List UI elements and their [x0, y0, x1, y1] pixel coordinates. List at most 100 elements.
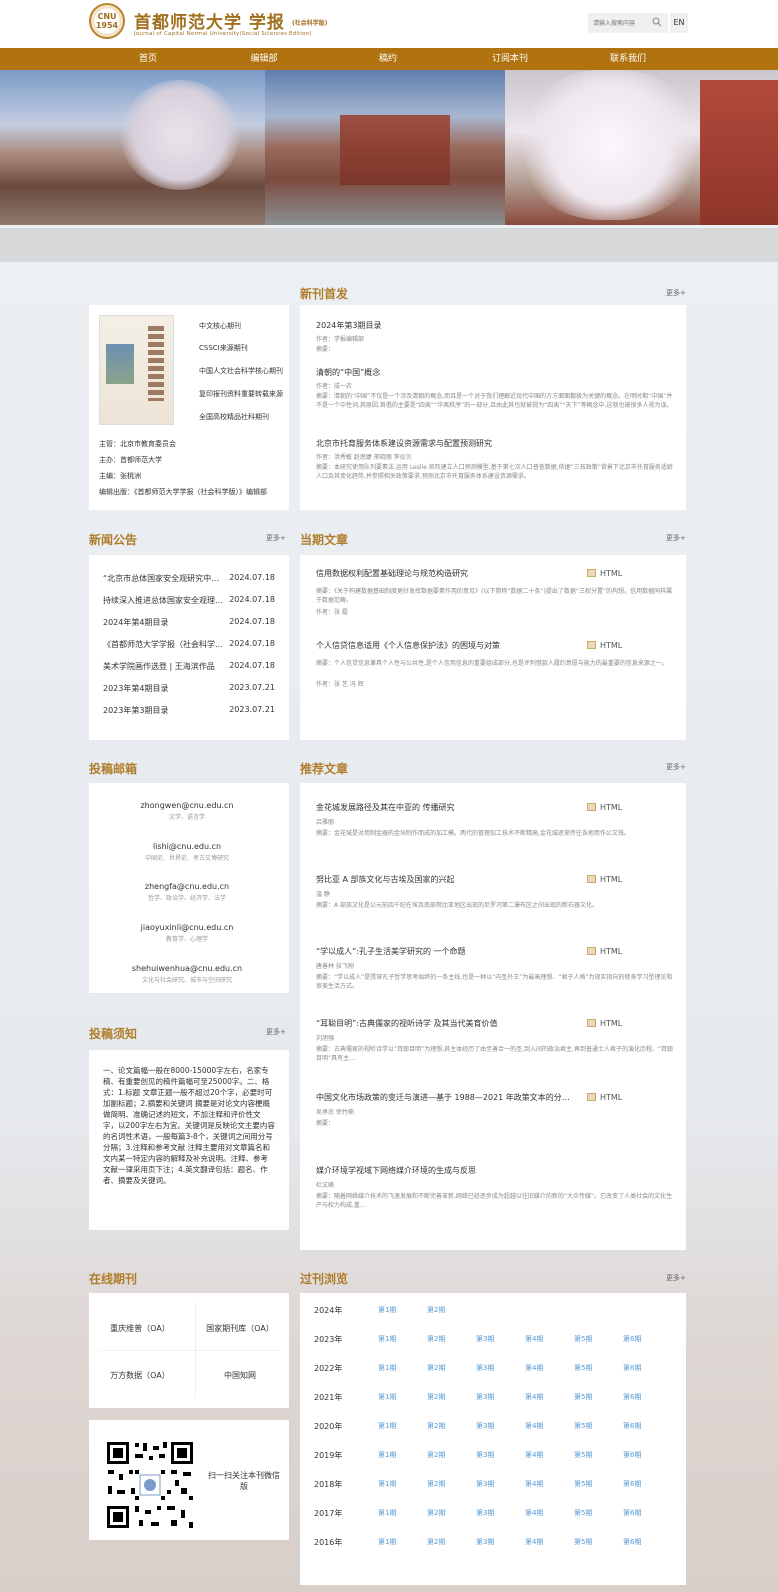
recommend-article-title[interactable]: 金花城发展路径及其在中亚的 传播研究	[316, 802, 455, 813]
news-item[interactable]: 2023年第3期目录 2023.07.21	[103, 705, 275, 717]
archive-issue-link[interactable]: 第5期	[574, 1392, 592, 1402]
news-item[interactable]: 2023年第4期目录 2023.07.21	[103, 683, 275, 695]
archive-issue-link[interactable]: 第1期	[378, 1334, 396, 1344]
html-fulltext-link[interactable]: HTML	[587, 1093, 622, 1102]
archive-issue-link[interactable]: 第4期	[525, 1421, 543, 1431]
notice-more-link[interactable]: 更多+	[266, 1027, 286, 1037]
html-fulltext-link[interactable]: HTML	[587, 569, 622, 578]
news-item[interactable]: 持续深入推进总体国家安全观理… 2024.07.18	[103, 595, 275, 607]
journal-title-cn[interactable]: 首都师范大学 学报	[134, 8, 285, 33]
nav-home[interactable]: 首页	[108, 48, 188, 70]
archive-issue-link[interactable]: 第6期	[623, 1508, 641, 1518]
archive-issue-link[interactable]: 第1期	[378, 1450, 396, 1460]
archive-issue-link[interactable]: 第6期	[623, 1363, 641, 1373]
archive-issue-link[interactable]: 第4期	[525, 1479, 543, 1489]
new-release-more-link[interactable]: 更多+	[666, 288, 686, 298]
news-item[interactable]: 美术学院画作选登 | 王海滨作品 2024.07.18	[103, 661, 275, 673]
archive-issue-link[interactable]: 第2期	[427, 1508, 445, 1518]
archive-issue-link[interactable]: 第5期	[574, 1363, 592, 1373]
archive-issue-link[interactable]: 第6期	[623, 1334, 641, 1344]
archive-issue-link[interactable]: 第3期	[476, 1363, 494, 1373]
archive-issue-link[interactable]: 第3期	[476, 1421, 494, 1431]
archive-issue-link[interactable]: 第5期	[574, 1334, 592, 1344]
journal-cover-image[interactable]	[99, 315, 174, 425]
archive-issue-link[interactable]: 第2期	[427, 1450, 445, 1460]
html-fulltext-link[interactable]: HTML	[587, 1019, 622, 1028]
archive-issue-link[interactable]: 第4期	[525, 1450, 543, 1460]
archive-issue-link[interactable]: 第6期	[623, 1479, 641, 1489]
news-more-link[interactable]: 更多+	[266, 533, 286, 543]
archive-issue-link[interactable]: 第4期	[525, 1392, 543, 1402]
archive-issue-link[interactable]: 第2期	[427, 1479, 445, 1489]
archive-issue-link[interactable]: 第1期	[378, 1363, 396, 1373]
new-release-article-title[interactable]: 清朝的“中国”概念	[316, 367, 380, 378]
recommend-article-title[interactable]: 中国文化市场政策的变迁与演进—基于 1988—2021 年政策文本的分…	[316, 1092, 570, 1103]
news-item[interactable]: 《首都师范大学学报（社会科学… 2024.07.18	[103, 639, 275, 651]
nav-subscribe[interactable]: 订阅本刊	[470, 48, 550, 70]
archive-issue-link[interactable]: 第5期	[574, 1479, 592, 1489]
html-fulltext-link[interactable]: HTML	[587, 803, 622, 812]
mailbox-email[interactable]: shehuiwenhua@cnu.edu.cn	[89, 964, 285, 973]
new-release-article-title[interactable]: 北京市托育服务体系建设资源需求与配置预测研究	[316, 438, 492, 449]
html-fulltext-link[interactable]: HTML	[587, 641, 622, 650]
archive-issue-link[interactable]: 第3期	[476, 1392, 494, 1402]
nav-editorial[interactable]: 编辑部	[224, 48, 304, 70]
nav-contact[interactable]: 联系我们	[588, 48, 668, 70]
mailbox-email[interactable]: jiaoyuxinli@cnu.edu.cn	[89, 923, 285, 932]
archive-issue-link[interactable]: 第1期	[378, 1537, 396, 1547]
archive-issue-link[interactable]: 第6期	[623, 1450, 641, 1460]
archive-issue-link[interactable]: 第4期	[525, 1537, 543, 1547]
mailbox-email[interactable]: zhengfa@cnu.edu.cn	[89, 882, 285, 891]
archive-issue-link[interactable]: 第2期	[427, 1537, 445, 1547]
archive-issue-link[interactable]: 第1期	[378, 1508, 396, 1518]
archive-issue-link[interactable]: 第1期	[378, 1305, 396, 1315]
archive-issue-link[interactable]: 第5期	[574, 1450, 592, 1460]
mailbox-email[interactable]: zhongwen@cnu.edu.cn	[89, 801, 285, 810]
current-more-link[interactable]: 更多+	[666, 533, 686, 543]
online-link-wanfang[interactable]: 万方数据（OA）	[95, 1370, 185, 1381]
recommend-article-title[interactable]: “学以成人”:孔子生活美学研究的 一个命题	[316, 946, 466, 957]
archive-issue-link[interactable]: 第3期	[476, 1508, 494, 1518]
nav-submission-guide[interactable]: 稿约	[348, 48, 428, 70]
search-icon[interactable]	[652, 17, 662, 27]
archive-issue-link[interactable]: 第3期	[476, 1479, 494, 1489]
mailbox-email[interactable]: lishi@cnu.edu.cn	[89, 842, 285, 851]
online-link-cqvip[interactable]: 重庆维普（OA）	[95, 1323, 185, 1334]
html-fulltext-link[interactable]: HTML	[587, 875, 622, 884]
current-article-title[interactable]: 信用数据权利配置基础理论与规范构造研究	[316, 568, 468, 579]
archive-issue-link[interactable]: 第3期	[476, 1334, 494, 1344]
recommend-more-link[interactable]: 更多+	[666, 762, 686, 772]
language-toggle-button[interactable]: EN	[670, 13, 688, 33]
news-item[interactable]: 2024年第4期目录 2024.07.18	[103, 617, 275, 629]
archive-issue-link[interactable]: 第2期	[427, 1305, 445, 1315]
html-fulltext-link[interactable]: HTML	[587, 947, 622, 956]
recommend-article-title[interactable]: 努比亚 A 部族文化与古埃及国家的兴起	[316, 874, 455, 885]
archive-issue-link[interactable]: 第4期	[525, 1508, 543, 1518]
recommend-article-title[interactable]: 媒介环境学视域下网络媒介环境的生成与反思	[316, 1165, 476, 1176]
archive-issue-link[interactable]: 第2期	[427, 1421, 445, 1431]
archive-more-link[interactable]: 更多+	[666, 1273, 686, 1283]
archive-issue-link[interactable]: 第2期	[427, 1363, 445, 1373]
news-item[interactable]: “北京市总体国家安全观研究中… 2024.07.18	[103, 573, 275, 585]
archive-issue-link[interactable]: 第3期	[476, 1537, 494, 1547]
archive-issue-link[interactable]: 第6期	[623, 1392, 641, 1402]
archive-issue-link[interactable]: 第2期	[427, 1392, 445, 1402]
archive-issue-link[interactable]: 第4期	[525, 1363, 543, 1373]
archive-issue-link[interactable]: 第1期	[378, 1421, 396, 1431]
current-article-title[interactable]: 个人信贷信息适用《个人信息保护法》的困境与对策	[316, 640, 500, 651]
archive-issue-link[interactable]: 第2期	[427, 1334, 445, 1344]
online-link-nssd[interactable]: 国家期刊库（OA）	[195, 1323, 285, 1334]
new-release-article-title[interactable]: 2024年第3期目录	[316, 320, 381, 331]
archive-issue-link[interactable]: 第4期	[525, 1334, 543, 1344]
archive-issue-link[interactable]: 第6期	[623, 1537, 641, 1547]
archive-issue-link[interactable]: 第1期	[378, 1392, 396, 1402]
archive-issue-link[interactable]: 第6期	[623, 1421, 641, 1431]
university-seal-logo[interactable]: CNU 1954	[89, 3, 125, 39]
archive-issue-link[interactable]: 第5期	[574, 1537, 592, 1547]
recommend-article-title[interactable]: “耳聪目明”:古典儒家的视听诗学 及其当代美育价值	[316, 1018, 498, 1029]
archive-issue-link[interactable]: 第5期	[574, 1508, 592, 1518]
archive-issue-link[interactable]: 第5期	[574, 1421, 592, 1431]
online-link-cnki[interactable]: 中国知网	[195, 1370, 285, 1381]
archive-issue-link[interactable]: 第3期	[476, 1450, 494, 1460]
archive-issue-link[interactable]: 第1期	[378, 1479, 396, 1489]
